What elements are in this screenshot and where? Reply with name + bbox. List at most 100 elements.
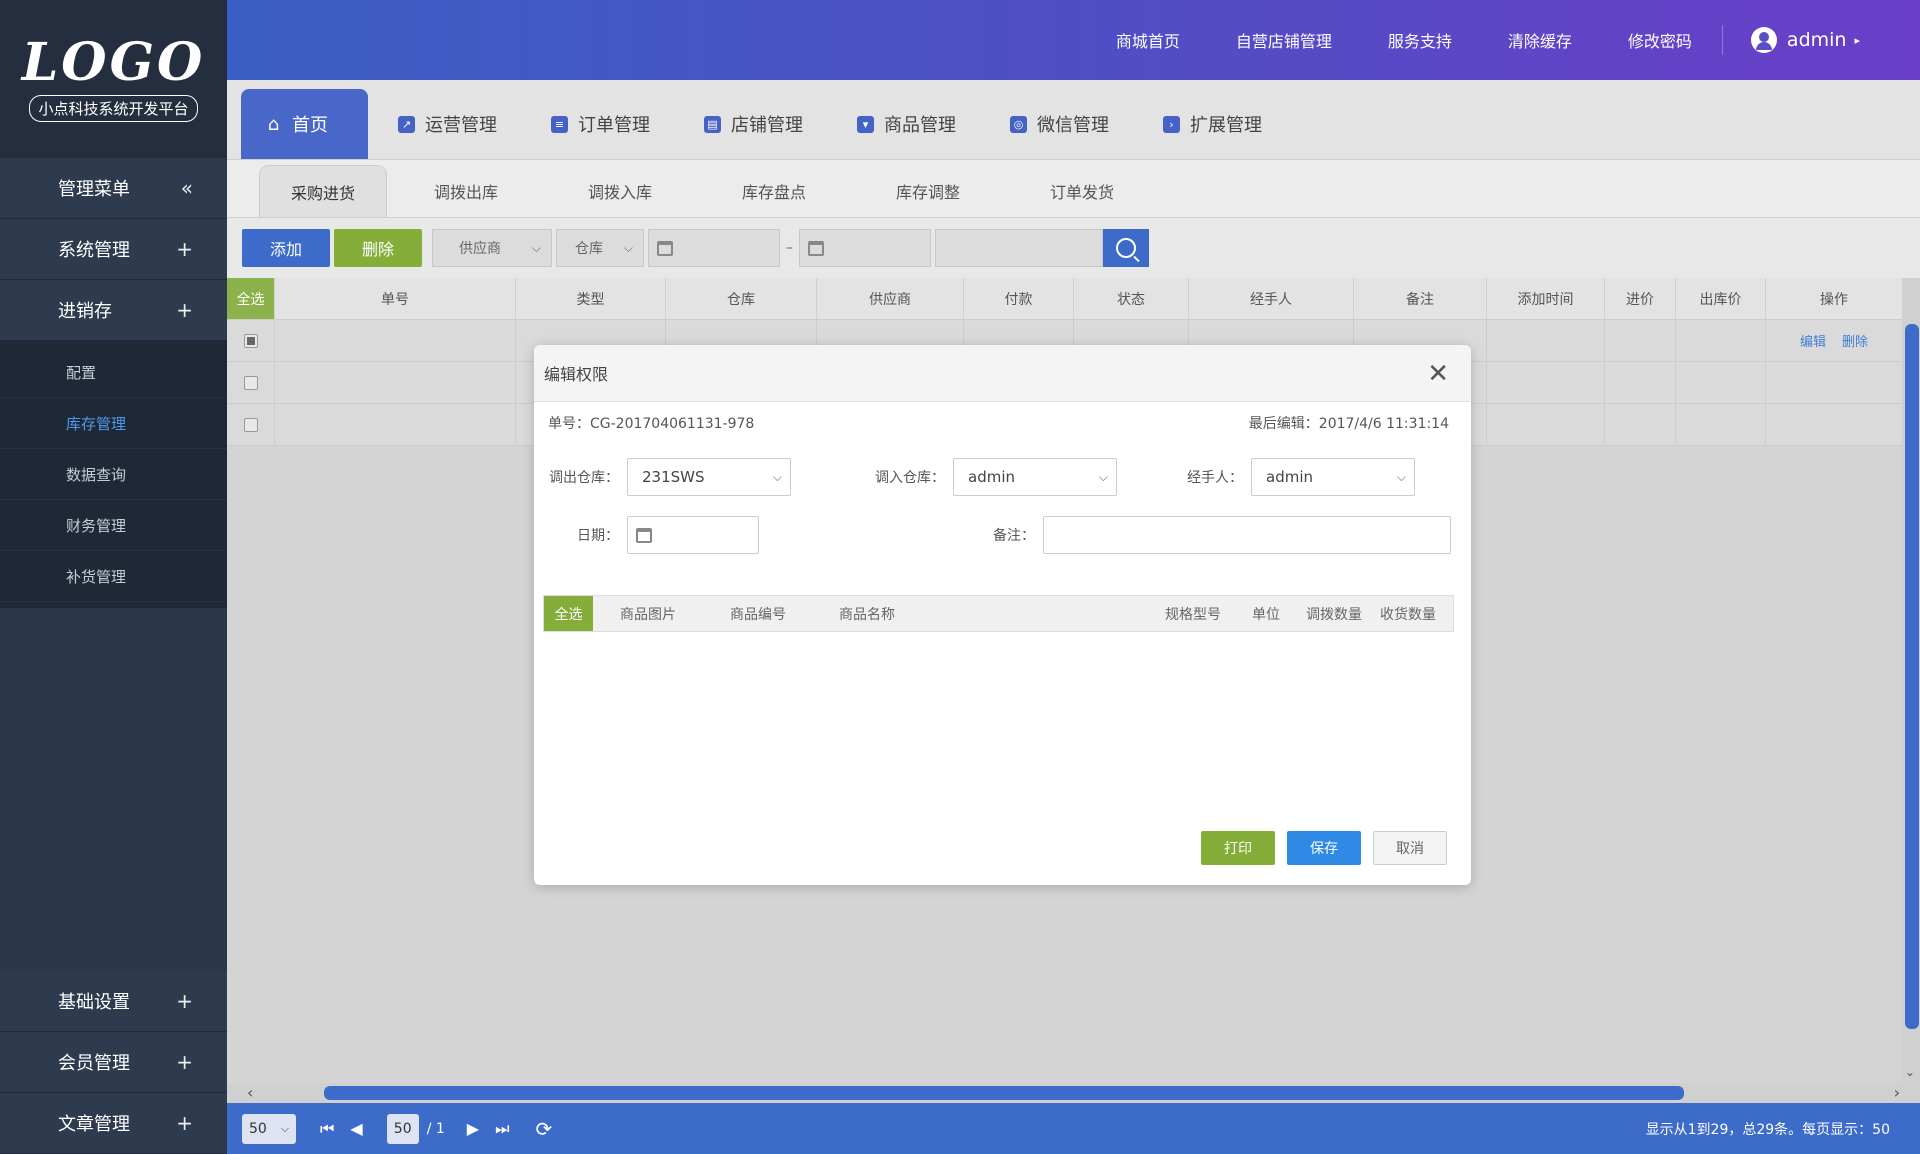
- calendar-icon: [636, 527, 652, 543]
- sidebar-item-inventory[interactable]: 进销存 +: [0, 280, 227, 341]
- sidebar-menu-title[interactable]: 管理菜单 «: [0, 158, 227, 219]
- row-checkbox-cell: [227, 404, 275, 445]
- subtab-transfer-in[interactable]: 调拨入库: [545, 165, 695, 217]
- end-date-input[interactable]: [799, 229, 931, 267]
- sidebar-item-members[interactable]: 会员管理 +: [0, 1032, 227, 1093]
- top-link-support[interactable]: 服务支持: [1388, 28, 1452, 52]
- wechat-icon: ◎: [1010, 115, 1027, 133]
- subtab-adjust[interactable]: 库存调整: [853, 165, 1003, 217]
- search-button[interactable]: [1103, 229, 1149, 267]
- expand-icon[interactable]: +: [176, 1050, 193, 1074]
- collapse-icon[interactable]: «: [181, 176, 193, 200]
- logo: LOGO 小点科技系统开发平台: [0, 0, 227, 158]
- tab-stores[interactable]: ▤ 店铺管理: [680, 89, 827, 159]
- cancel-button[interactable]: 取消: [1373, 831, 1447, 865]
- next-page-icon[interactable]: ▶: [467, 1119, 479, 1138]
- subtab-stocktake[interactable]: 库存盘点: [699, 165, 849, 217]
- subtab-ship[interactable]: 订单发货: [1007, 165, 1157, 217]
- sidebar-sub-replenish[interactable]: 补货管理: [0, 551, 227, 602]
- page-size-select[interactable]: 50 ⌵: [242, 1113, 296, 1144]
- column-header: 类型: [516, 278, 666, 319]
- chevron-down-icon[interactable]: ⌄: [1905, 1065, 1915, 1079]
- chevron-left-icon[interactable]: ‹: [247, 1083, 253, 1102]
- sidebar-sub-stock[interactable]: 库存管理: [0, 398, 227, 449]
- handler-value: admin: [1266, 468, 1313, 486]
- sidebar-sub-query[interactable]: 数据查询: [0, 449, 227, 500]
- chevron-down-icon: ⌵: [1396, 469, 1406, 484]
- remark-label: 备注：: [993, 528, 1035, 544]
- top-link-clear-cache[interactable]: 清除缓存: [1508, 28, 1572, 52]
- chevron-down-icon: ⌵: [1098, 469, 1108, 484]
- remark-input[interactable]: [1043, 516, 1451, 554]
- tab-products[interactable]: ▾ 商品管理: [833, 89, 980, 159]
- search-icon: [1116, 238, 1136, 258]
- select-all-header[interactable]: 全选: [227, 278, 275, 319]
- top-link-mall-home[interactable]: 商城首页: [1116, 28, 1180, 52]
- expand-icon[interactable]: +: [176, 989, 193, 1013]
- subtab-transfer-out[interactable]: 调拨出库: [391, 165, 541, 217]
- vertical-scroll-thumb[interactable]: [1905, 324, 1919, 1029]
- out-warehouse-label: 调出仓库：: [549, 470, 619, 486]
- column-header: 单号: [275, 278, 516, 319]
- row-checkbox[interactable]: [243, 375, 258, 390]
- sidebar-sub-config[interactable]: 配置: [0, 347, 227, 398]
- in-warehouse-select[interactable]: admin ⌵: [953, 458, 1117, 496]
- sidebar-bottom: 基础设置 + 会员管理 + 文章管理 +: [0, 971, 227, 1154]
- row-checkbox[interactable]: [243, 333, 258, 348]
- column-header: 进价: [1605, 278, 1676, 319]
- edit-link[interactable]: 编辑: [1800, 331, 1826, 350]
- sidebar: LOGO 小点科技系统开发平台 管理菜单 « 系统管理 + 进销存 + 配置 库…: [0, 0, 227, 1154]
- horizontal-scrollbar[interactable]: ‹ ›: [227, 1083, 1920, 1103]
- first-page-icon[interactable]: ⏮: [320, 1119, 334, 1139]
- vertical-scrollbar[interactable]: ⌄: [1902, 278, 1920, 1083]
- tab-home[interactable]: ⌂ 首页: [241, 89, 368, 159]
- expand-icon[interactable]: +: [176, 237, 193, 261]
- select-all-header[interactable]: 全选: [544, 596, 593, 631]
- handler-select[interactable]: admin ⌵: [1251, 458, 1415, 496]
- delete-button[interactable]: 删除: [334, 229, 422, 267]
- sidebar-item-label: 进销存: [58, 301, 112, 322]
- sidebar-item-label: 会员管理: [58, 1053, 130, 1074]
- top-link-store-mgmt[interactable]: 自营店铺管理: [1236, 28, 1332, 52]
- subtab-purchase[interactable]: 采购进货: [259, 165, 387, 217]
- save-button[interactable]: 保存: [1287, 831, 1361, 865]
- date-input[interactable]: [627, 516, 759, 554]
- sidebar-item-label: 基础设置: [58, 992, 130, 1013]
- delete-link[interactable]: 删除: [1842, 331, 1868, 350]
- row-checkbox-cell: [227, 320, 275, 361]
- chevron-right-icon[interactable]: ›: [1894, 1083, 1900, 1102]
- column-header: 经手人: [1189, 278, 1354, 319]
- tab-operations[interactable]: ↗ 运营管理: [374, 89, 521, 159]
- tab-orders[interactable]: ≡ 订单管理: [527, 89, 674, 159]
- refresh-icon[interactable]: ⟳: [536, 1117, 553, 1141]
- expand-icon[interactable]: +: [176, 1111, 193, 1135]
- row-checkbox[interactable]: [243, 417, 258, 432]
- start-date-input[interactable]: [648, 229, 780, 267]
- close-icon[interactable]: ✕: [1427, 359, 1449, 389]
- sidebar-item-system[interactable]: 系统管理 +: [0, 219, 227, 280]
- out-warehouse-select[interactable]: 231SWS ⌵: [627, 458, 791, 496]
- expand-icon[interactable]: +: [176, 298, 193, 322]
- warehouse-select-label: 仓库: [575, 241, 603, 257]
- sidebar-item-articles[interactable]: 文章管理 +: [0, 1093, 227, 1154]
- pagination-bar: 50 ⌵ ⏮ ◀ 50 / 1 ▶ ⏭ ⟳ 显示从1到29，总29条。每页显示：…: [227, 1103, 1920, 1154]
- horizontal-scroll-thumb[interactable]: [324, 1086, 1684, 1100]
- chart-icon: ↗: [398, 115, 415, 133]
- page-input[interactable]: 50: [386, 1113, 419, 1144]
- tab-extensions[interactable]: › 扩展管理: [1139, 89, 1286, 159]
- product-icon: ▾: [857, 115, 874, 133]
- print-button[interactable]: 打印: [1201, 831, 1275, 865]
- last-page-icon[interactable]: ⏭: [495, 1119, 509, 1139]
- order-icon: ≡: [551, 115, 568, 133]
- sidebar-sub-finance[interactable]: 财务管理: [0, 500, 227, 551]
- tab-label: 商品管理: [884, 115, 956, 136]
- tab-wechat[interactable]: ◎ 微信管理: [986, 89, 1133, 159]
- sidebar-item-basic[interactable]: 基础设置 +: [0, 971, 227, 1032]
- top-link-change-password[interactable]: 修改密码: [1628, 28, 1692, 52]
- add-button[interactable]: 添加: [242, 229, 330, 267]
- supplier-select[interactable]: 供应商 ⌵: [432, 229, 552, 267]
- prev-page-icon[interactable]: ◀: [350, 1119, 362, 1138]
- user-menu[interactable]: admin ▸: [1750, 27, 1860, 53]
- search-input[interactable]: [935, 229, 1103, 267]
- warehouse-select[interactable]: 仓库 ⌵: [556, 229, 644, 267]
